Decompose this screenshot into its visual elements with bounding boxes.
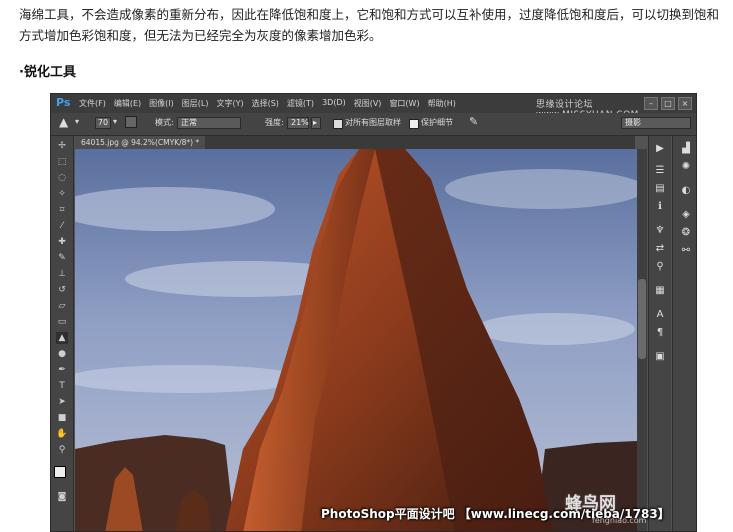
- path-select-tool-icon[interactable]: ➤: [56, 396, 68, 408]
- section-heading: ·锐化工具: [19, 65, 76, 80]
- tools-panel: ✢ ⬚ ◌ ✧ ⌗ ⁄ ✚ ✎ ⊥ ↺ ▱ ▭ ▲ ● ✒ T ➤ ■ ✋ ⚲ …: [51, 136, 74, 531]
- strength-slider-arrow-icon[interactable]: ▸: [311, 117, 321, 129]
- menu-3d[interactable]: 3D(D): [322, 98, 346, 109]
- zoom-tool-icon[interactable]: ⚲: [56, 444, 68, 456]
- hand-tool-icon[interactable]: ✋: [56, 428, 68, 440]
- info-icon[interactable]: ℹ: [653, 200, 667, 214]
- brush-picker-arrow-icon[interactable]: ▾: [113, 117, 117, 126]
- lasso-tool-icon[interactable]: ◌: [56, 172, 68, 184]
- adjustments-icon[interactable]: ◐: [679, 184, 693, 198]
- minimize-button[interactable]: –: [644, 97, 658, 110]
- crop-tool-icon[interactable]: ⌗: [56, 204, 68, 216]
- gradient-tool-icon[interactable]: ▭: [56, 316, 68, 328]
- play-icon[interactable]: ▶: [653, 142, 667, 156]
- sharpen-tool-preset-icon[interactable]: ▲: [59, 115, 68, 129]
- menu-type[interactable]: 文字(Y): [216, 98, 243, 109]
- sample-all-layers-label: 对所有图层取样: [345, 118, 401, 127]
- document-tab[interactable]: 64015.jpg @ 94.2%(CMYK/8*) *: [75, 136, 206, 149]
- fengniao-logo: 蜂鸟网: [565, 494, 616, 514]
- brush-size-field[interactable]: 70: [95, 117, 111, 129]
- brush-tool-icon[interactable]: ✎: [56, 252, 68, 264]
- shape-tool-icon[interactable]: ■: [56, 412, 68, 424]
- history-icon[interactable]: ▤: [653, 182, 667, 196]
- pen-tool-icon[interactable]: ✒: [56, 364, 68, 376]
- healing-tool-icon[interactable]: ✚: [56, 236, 68, 248]
- article-intro-paragraph: 海绵工具，不会造成像素的重新分布，因此在降低饱和度上，它和饱和方式可以互补使用，…: [19, 7, 720, 43]
- window-controls: – □ ×: [644, 97, 692, 110]
- workspace-select[interactable]: 摄影: [621, 117, 691, 129]
- menu-help[interactable]: 帮助(H): [428, 98, 456, 109]
- quick-select-tool-icon[interactable]: ✧: [56, 188, 68, 200]
- move-tool-icon[interactable]: ✢: [56, 140, 68, 152]
- clone-source-icon[interactable]: ⚲: [653, 260, 667, 274]
- navigator-icon[interactable]: ✺: [679, 160, 693, 174]
- menu-file[interactable]: 文件(F): [79, 98, 106, 109]
- menu-image[interactable]: 图像(I): [149, 98, 174, 109]
- menu-layer[interactable]: 图层(L): [182, 98, 209, 109]
- right-panel-dock: ▟ ✺ ◐ ◈ ❂ ⚯: [672, 136, 696, 531]
- protect-detail-label: 保护细节: [421, 118, 453, 127]
- protect-detail-checkbox[interactable]: [409, 119, 419, 129]
- close-button[interactable]: ×: [678, 97, 692, 110]
- layers-icon[interactable]: ◈: [679, 208, 693, 222]
- mode-select[interactable]: 正常: [177, 117, 241, 129]
- mode-label: 模式:: [155, 118, 174, 127]
- strength-label: 强度:: [265, 118, 284, 127]
- histogram-icon[interactable]: ▟: [679, 142, 693, 156]
- brushes-icon[interactable]: ♆: [653, 224, 667, 238]
- layer-comps-icon[interactable]: ▣: [653, 350, 667, 364]
- brush-panel-toggle-icon[interactable]: [125, 116, 137, 128]
- menu-window[interactable]: 窗口(W): [389, 98, 419, 109]
- photoshop-window: Ps 文件(F) 编辑(E) 图像(I) 图层(L) 文字(Y) 选择(S) 滤…: [50, 93, 697, 532]
- scrollbar-thumb[interactable]: [638, 279, 646, 359]
- document-canvas[interactable]: [75, 149, 637, 531]
- sample-all-layers-checkbox[interactable]: [333, 119, 343, 129]
- strength-field[interactable]: 21%: [287, 117, 309, 129]
- options-bar: ▲ ▾ 70 ▾ 模式: 正常 强度: 21% ▸ 对所有图层取样 保护细节 ✎…: [51, 113, 696, 136]
- paragraph-icon[interactable]: ¶: [653, 326, 667, 340]
- photoshop-logo: Ps: [56, 96, 71, 109]
- eraser-tool-icon[interactable]: ▱: [56, 300, 68, 312]
- main-menu: 文件(F) 编辑(E) 图像(I) 图层(L) 文字(Y) 选择(S) 滤镜(T…: [79, 98, 456, 109]
- pressure-brush-icon[interactable]: ✎: [469, 115, 478, 128]
- sharpen-tool-icon[interactable]: ▲: [56, 332, 68, 344]
- menu-view[interactable]: 视图(V): [354, 98, 382, 109]
- maximize-button[interactable]: □: [661, 97, 675, 110]
- document-tab-bar: 64015.jpg @ 94.2%(CMYK/8*) *: [75, 136, 635, 149]
- fengniao-url: fengniao.com: [592, 516, 647, 525]
- tool-presets-icon[interactable]: ▦: [653, 284, 667, 298]
- menu-filter[interactable]: 滤镜(T): [287, 98, 314, 109]
- menu-edit[interactable]: 编辑(E): [114, 98, 141, 109]
- character-icon[interactable]: A: [653, 308, 667, 322]
- vertical-scrollbar[interactable]: [637, 149, 647, 531]
- landscape-photo: [75, 149, 637, 531]
- menu-bar: Ps 文件(F) 编辑(E) 图像(I) 图层(L) 文字(Y) 选择(S) 滤…: [51, 94, 696, 120]
- text-layout-icon[interactable]: ☰: [653, 164, 667, 178]
- dodge-tool-icon[interactable]: ●: [56, 348, 68, 360]
- marquee-tool-icon[interactable]: ⬚: [56, 156, 68, 168]
- quick-mask-icon[interactable]: ◙: [56, 491, 68, 503]
- collapsed-panel-dock: ▶ ☰ ▤ ℹ ♆ ⇄ ⚲ ▦ A ¶ ▣: [648, 136, 671, 531]
- type-tool-icon[interactable]: T: [56, 380, 68, 392]
- menu-select[interactable]: 选择(S): [252, 98, 279, 109]
- preset-dropdown-arrow-icon[interactable]: ▾: [75, 117, 79, 126]
- paths-icon[interactable]: ⚯: [679, 244, 693, 258]
- foreground-color-swatch[interactable]: [54, 466, 66, 478]
- adjust-icon[interactable]: ⇄: [653, 242, 667, 256]
- eyedropper-tool-icon[interactable]: ⁄: [56, 220, 68, 232]
- channels-icon[interactable]: ❂: [679, 226, 693, 240]
- clone-stamp-tool-icon[interactable]: ⊥: [56, 268, 68, 280]
- history-brush-tool-icon[interactable]: ↺: [56, 284, 68, 296]
